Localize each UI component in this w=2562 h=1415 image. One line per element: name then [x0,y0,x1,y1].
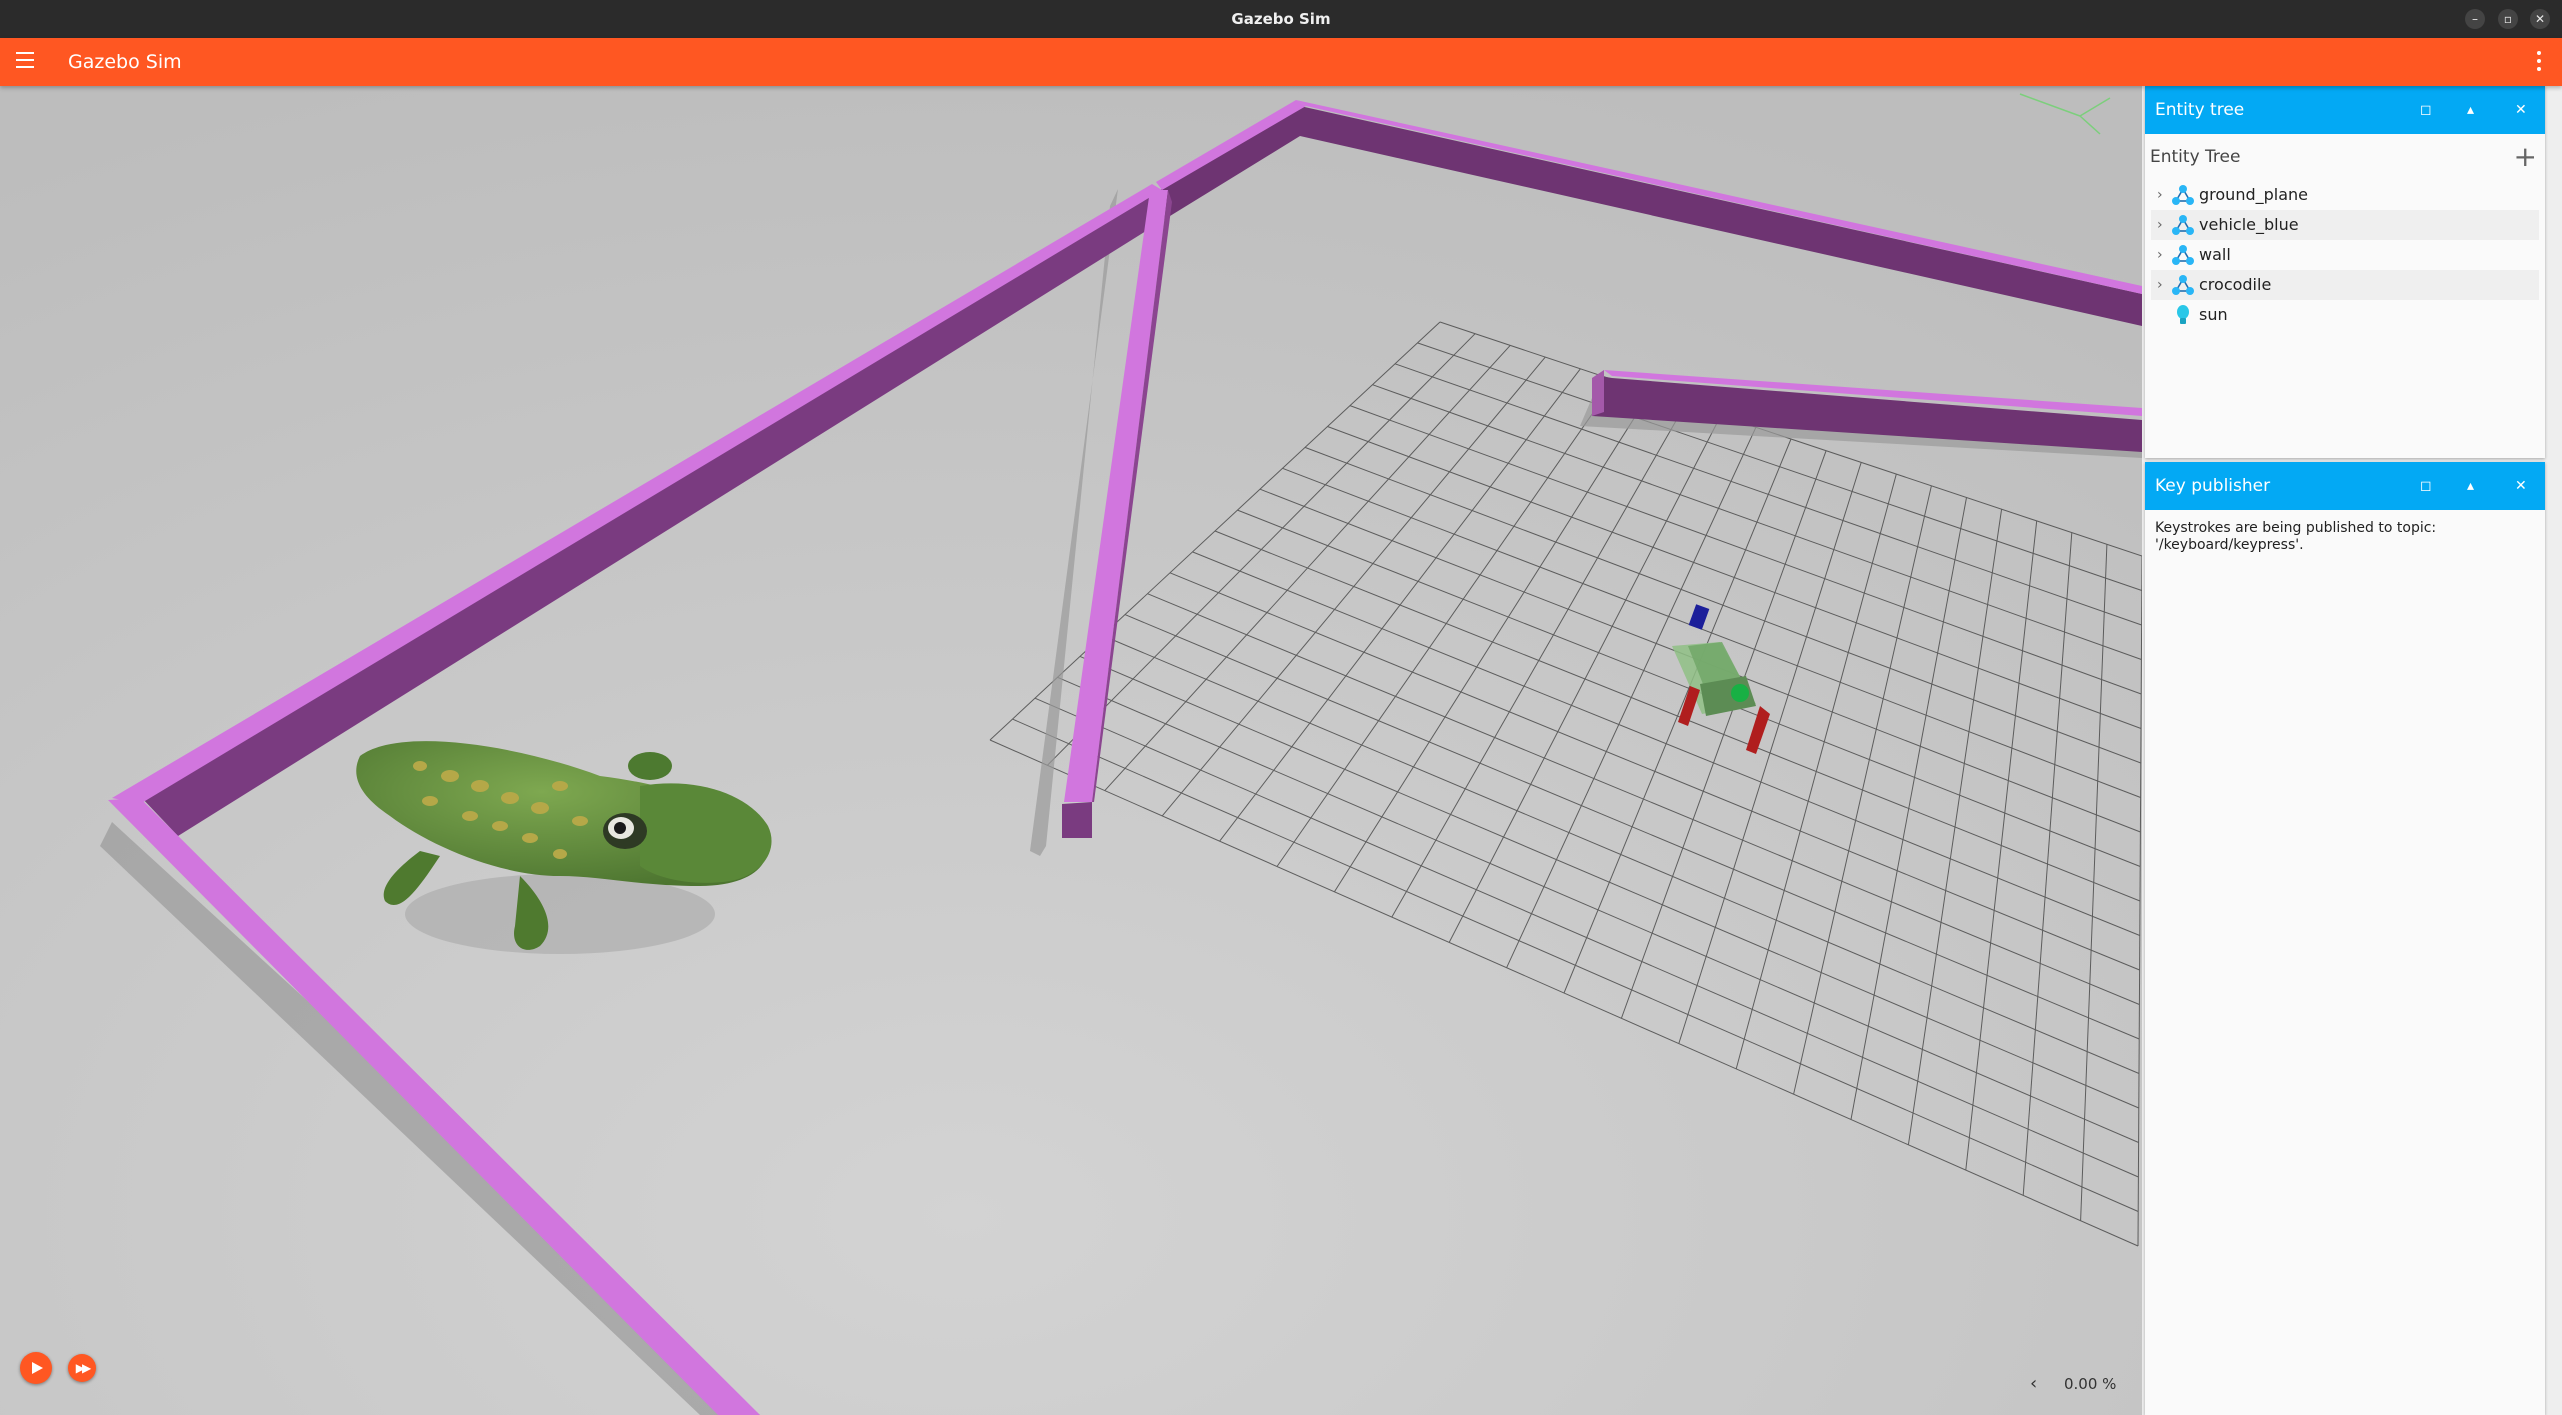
close-panel-icon[interactable]: ✕ [2515,86,2527,134]
app-bar: Gazebo Sim [0,38,2562,86]
model-icon [2171,243,2195,267]
play-button[interactable] [20,1352,52,1384]
light-bulb-icon [2171,303,2195,327]
real-time-factor: 0.00 % [2064,1375,2117,1393]
maximize-panel-icon[interactable]: ◻ [2420,462,2432,510]
model-icon [2171,183,2195,207]
scene-canvas[interactable] [0,86,2142,1415]
key-publisher-panel-header: Key publisher ◻ ▴ ✕ [2145,462,2545,510]
entity-row-crocodile[interactable]: › crocodile [2151,270,2539,300]
entity-list: › ground_plane › vehicle_blue › wall › crocodil… [2145,180,2545,330]
chevron-right-icon[interactable]: › [2157,270,2163,300]
restore-window-button[interactable]: ▫ [2498,9,2518,29]
entity-row-sun[interactable]: sun [2151,300,2539,330]
window-title: Gazebo Sim [1231,10,1331,28]
entity-label: vehicle_blue [2199,215,2299,234]
entity-row-wall[interactable]: › wall [2151,240,2539,270]
model-icon [2171,273,2195,297]
collapse-panel-icon[interactable]: ▴ [2467,86,2474,134]
key-publisher-panel-title: Key publisher [2155,476,2271,496]
ground-plane [0,86,2142,1415]
key-publisher-panel: Key publisher ◻ ▴ ✕ Keystrokes are being… [2145,462,2545,1415]
key-publisher-message: Keystrokes are being published to topic:… [2155,520,2437,553]
collapse-panel-icon[interactable]: ▴ [2467,462,2474,510]
entity-row-ground_plane[interactable]: › ground_plane [2151,180,2539,210]
app-title: Gazebo Sim [68,51,182,73]
close-window-button[interactable]: ✕ [2530,9,2550,29]
maximize-panel-icon[interactable]: ◻ [2420,86,2432,134]
chevron-right-icon[interactable]: › [2157,210,2163,240]
close-panel-icon[interactable]: ✕ [2515,462,2527,510]
3d-scene-view[interactable] [0,86,2142,1415]
entity-tree-header: Entity Tree + [2145,134,2545,180]
minimize-window-button[interactable]: – [2465,9,2485,29]
entity-tree-panel-header: Entity tree ◻ ▴ ✕ [2145,86,2545,134]
menu-icon[interactable] [16,52,34,72]
model-icon [2171,213,2195,237]
entity-row-vehicle_blue[interactable]: › vehicle_blue [2151,210,2539,240]
step-forward-button[interactable]: ▶▶ [68,1354,96,1382]
entity-label: ground_plane [2199,185,2308,204]
more-options-icon[interactable] [2536,51,2542,73]
entity-label: crocodile [2199,275,2272,294]
entity-tree-panel: Entity tree ◻ ▴ ✕ Entity Tree + › ground_… [2145,86,2545,458]
entity-label: sun [2199,305,2228,324]
entity-label: wall [2199,245,2231,264]
chevron-right-icon[interactable]: › [2157,240,2163,270]
collapse-stats-icon[interactable]: ‹ [2030,1373,2037,1394]
add-entity-icon[interactable]: + [2514,134,2537,180]
entity-tree-heading: Entity Tree [2150,147,2241,167]
window-title-bar: Gazebo Sim – ▫ ✕ [0,0,2562,38]
chevron-right-icon[interactable]: › [2157,180,2163,210]
entity-tree-panel-title: Entity tree [2155,100,2245,120]
